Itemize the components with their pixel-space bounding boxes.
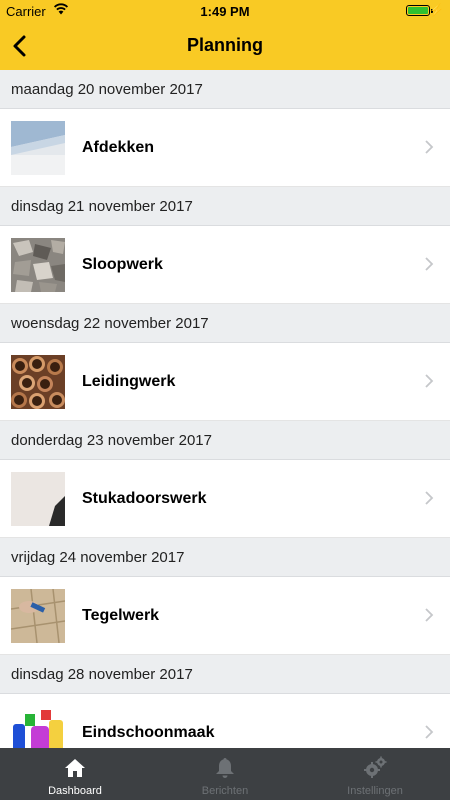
covering-roll-thumbnail: [11, 121, 65, 175]
section-header-date: dinsdag 21 november 2017: [0, 187, 450, 226]
tiling-thumbnail: [11, 589, 65, 643]
chevron-right-icon: [425, 491, 434, 505]
demolition-rubble-thumbnail: [11, 238, 65, 292]
list-item-label: Leidingwerk: [82, 373, 176, 390]
tab-instellingen[interactable]: Instellingen: [300, 748, 450, 800]
list-item[interactable]: Leidingwerk: [0, 343, 450, 421]
home-icon: [65, 759, 85, 777]
status-bar: Carrier 1:49 PM ⚡: [0, 0, 450, 22]
copper-pipes-thumbnail: [11, 355, 65, 409]
list-item[interactable]: Eindschoonmaak: [0, 694, 450, 748]
tab-label: Instellingen: [347, 785, 403, 797]
list-item[interactable]: Sloopwerk: [0, 226, 450, 304]
tab-label: Berichten: [201, 785, 249, 797]
list-item-label: Tegelwerk: [82, 607, 160, 624]
nav-bar: Planning: [0, 22, 450, 70]
planning-list[interactable]: maandag 20 november 2017 Afdekken dinsda…: [0, 70, 450, 748]
section-header-date: donderdag 23 november 2017: [0, 421, 450, 460]
list-item[interactable]: Stukadoorswerk: [0, 460, 450, 538]
battery-icon: [406, 5, 433, 16]
status-time: 1:49 PM: [200, 4, 250, 19]
list-item-label: Eindschoonmaak: [82, 724, 215, 741]
list-item-label: Stukadoorswerk: [82, 490, 207, 507]
chevron-right-icon: [425, 374, 434, 388]
section-header-date: dinsdag 28 november 2017: [0, 655, 450, 694]
chevron-right-icon: [425, 140, 434, 154]
bell-icon: [216, 758, 234, 778]
section-header-date: vrijdag 24 november 2017: [0, 538, 450, 577]
gears-icon: [364, 756, 387, 778]
charging-icon: ⚡: [429, 3, 444, 17]
list-item-label: Afdekken: [82, 139, 155, 156]
section-header-date: maandag 20 november 2017: [0, 70, 450, 109]
list-item-label: Sloopwerk: [82, 256, 163, 273]
tab-dashboard[interactable]: Dashboard: [0, 748, 150, 800]
list-item[interactable]: Afdekken: [0, 109, 450, 187]
chevron-right-icon: [425, 608, 434, 622]
chevron-right-icon: [425, 725, 434, 739]
tab-berichten[interactable]: Berichten: [150, 748, 300, 800]
plaster-wall-thumbnail: [11, 472, 65, 526]
page-title: Planning: [187, 35, 263, 55]
list-item[interactable]: Tegelwerk: [0, 577, 450, 655]
chevron-right-icon: [425, 257, 434, 271]
section-header-date: woensdag 22 november 2017: [0, 304, 450, 343]
tab-bar: Dashboard Berichten Instellingen: [0, 748, 450, 800]
cleaning-supplies-thumbnail: [11, 706, 65, 748]
tab-label: Dashboard: [48, 785, 102, 797]
header: Carrier 1:49 PM ⚡ Planning: [0, 0, 450, 70]
